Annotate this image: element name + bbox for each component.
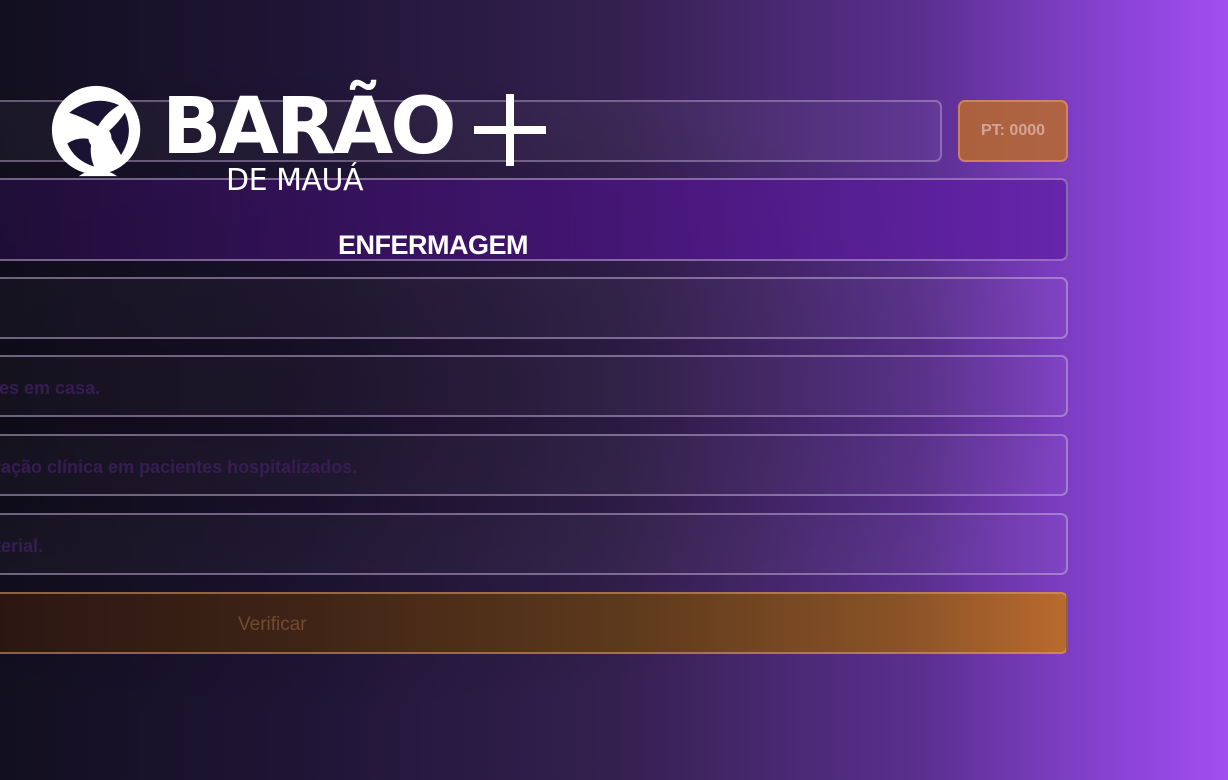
answer-option-1[interactable] — [0, 277, 1068, 339]
brand-logo: BARÃO DE MAUÁ — [50, 82, 550, 202]
plus-icon — [474, 94, 546, 166]
score-label: PT: 0000 — [980, 122, 1046, 139]
globe-emblem-icon — [51, 85, 141, 177]
logo-wordmark: BARÃO — [162, 82, 457, 172]
answer-option-4[interactable]: arterial. — [0, 513, 1068, 575]
verify-button-label: Verificar — [238, 614, 307, 635]
answer-option-text: entes em casa. — [0, 378, 101, 398]
answer-option-2[interactable]: entes em casa. — [0, 355, 1068, 417]
answer-option-text: ioração clínica em pacientes hospitaliza… — [0, 457, 358, 477]
score-badge: PT: 0000 — [958, 100, 1068, 162]
answer-option-text: arterial. — [0, 536, 44, 556]
answer-option-3[interactable]: ioração clínica em pacientes hospitaliza… — [0, 434, 1068, 496]
verify-button[interactable]: Verificar — [0, 592, 1068, 654]
logo-subtitle: DE MAUÁ — [226, 163, 363, 198]
category-title: ENFERMAGEM — [338, 230, 529, 260]
